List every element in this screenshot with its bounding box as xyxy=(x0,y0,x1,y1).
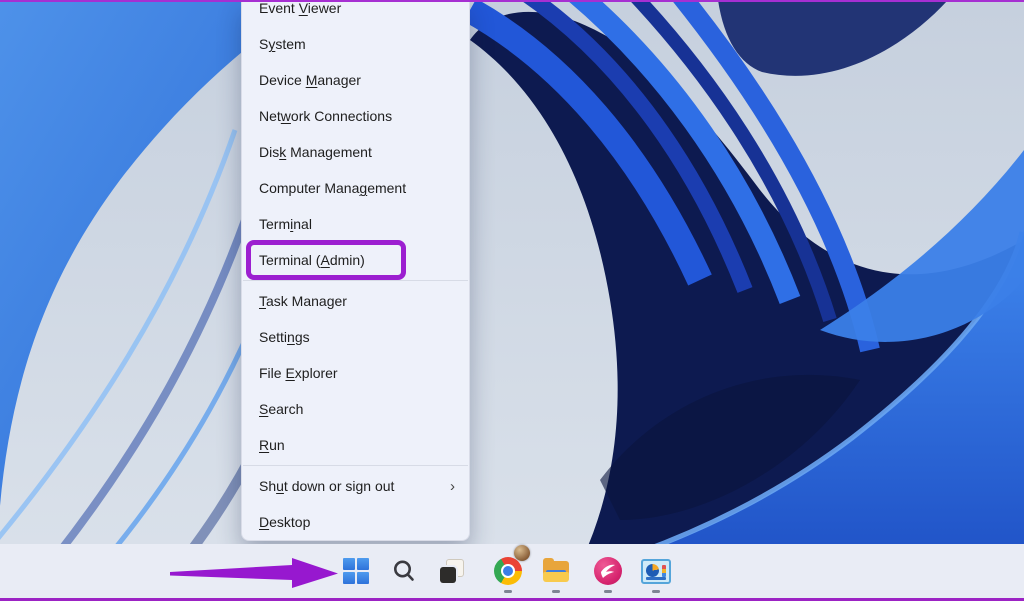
winx-menu-list: Event Viewer System Device Manager Network … xyxy=(242,0,469,540)
image-border-top xyxy=(0,0,1024,2)
menu-item-label: Event Viewer xyxy=(259,0,455,16)
running-indicator xyxy=(504,590,512,593)
running-indicator xyxy=(552,590,560,593)
taskbar-buttons xyxy=(332,544,680,598)
menu-item-shut-down-or-sign-out[interactable]: Shut down or sign out › xyxy=(242,468,469,504)
menu-item-terminal[interactable]: Terminal xyxy=(242,206,469,242)
menu-item-label: Task Manager xyxy=(259,293,455,309)
taskbar-start-button[interactable] xyxy=(332,547,380,595)
menu-item-label: Disk Management xyxy=(259,144,455,160)
menu-item-label: Desktop xyxy=(259,514,455,530)
menu-item-disk-management[interactable]: Disk Management xyxy=(242,134,469,170)
menu-item-label: Computer Management xyxy=(259,180,455,196)
blueapp-icon xyxy=(641,559,671,584)
taskbar-pink-button[interactable] xyxy=(584,547,632,595)
taskbar-taskview-button[interactable] xyxy=(428,547,476,595)
taskbar-blueapp-button[interactable] xyxy=(632,547,680,595)
search-icon xyxy=(391,558,417,584)
menu-separator xyxy=(242,278,469,283)
menu-item-label: Network Connections xyxy=(259,108,455,124)
menu-item-device-manager[interactable]: Device Manager xyxy=(242,62,469,98)
taskview-icon xyxy=(439,558,465,584)
taskbar-search-button[interactable] xyxy=(380,547,428,595)
pink-icon xyxy=(594,557,622,585)
menu-item-search[interactable]: Search xyxy=(242,391,469,427)
winx-context-menu: Event Viewer System Device Manager Network … xyxy=(241,0,470,541)
menu-item-label: File Explorer xyxy=(259,365,455,381)
taskbar-chrome-button[interactable] xyxy=(484,547,532,595)
menu-item-settings[interactable]: Settings xyxy=(242,319,469,355)
menu-item-network-connections[interactable]: Network Connections xyxy=(242,98,469,134)
menu-item-system[interactable]: System xyxy=(242,26,469,62)
start-icon xyxy=(343,558,369,584)
menu-item-label: Search xyxy=(259,401,455,417)
menu-item-computer-management[interactable]: Computer Management xyxy=(242,170,469,206)
menu-item-label: Run xyxy=(259,437,455,453)
menu-item-event-viewer[interactable]: Event Viewer xyxy=(242,0,469,26)
menu-item-label: Terminal (Admin) xyxy=(259,252,455,268)
chrome-icon xyxy=(494,557,522,585)
menu-separator xyxy=(242,463,469,468)
menu-item-label: Terminal xyxy=(259,216,455,232)
menu-item-terminal-admin-[interactable]: Terminal (Admin) xyxy=(242,242,469,278)
chevron-right-icon: › xyxy=(450,478,455,495)
menu-item-label: Device Manager xyxy=(259,72,455,88)
menu-item-file-explorer[interactable]: File Explorer xyxy=(242,355,469,391)
menu-item-label: Settings xyxy=(259,329,455,345)
avatar xyxy=(514,545,530,561)
folder-icon xyxy=(542,558,570,584)
taskbar xyxy=(0,544,1024,598)
menu-item-run[interactable]: Run xyxy=(242,427,469,463)
running-indicator xyxy=(604,590,612,593)
menu-item-task-manager[interactable]: Task Manager xyxy=(242,283,469,319)
wallpaper xyxy=(0,0,1024,601)
running-indicator xyxy=(652,590,660,593)
screenshot-root: Event Viewer System Device Manager Network … xyxy=(0,0,1024,601)
menu-item-desktop[interactable]: Desktop xyxy=(242,504,469,540)
taskbar-folder-button[interactable] xyxy=(532,547,580,595)
menu-item-label: System xyxy=(259,36,455,52)
menu-item-label: Shut down or sign out xyxy=(259,478,442,494)
